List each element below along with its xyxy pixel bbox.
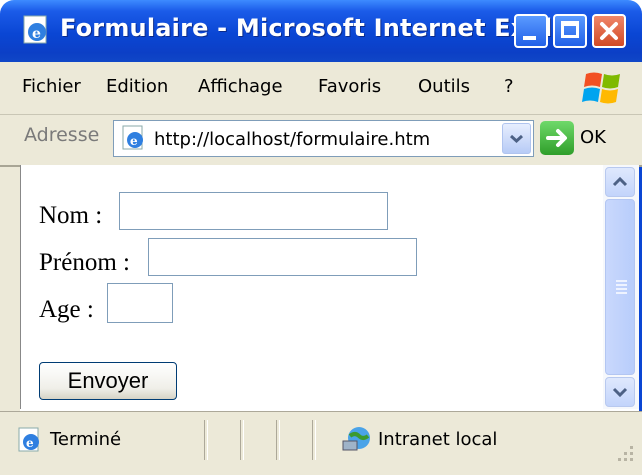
close-button[interactable] — [592, 14, 626, 48]
status-text: Terminé — [50, 429, 122, 450]
maximize-button[interactable] — [553, 14, 587, 48]
menu-outils[interactable]: Outils — [418, 76, 470, 97]
menu-fichier[interactable]: Fichier — [22, 76, 81, 97]
address-label: Adresse — [24, 124, 100, 146]
prenom-input[interactable] — [148, 238, 417, 276]
zone-text: Intranet local — [378, 429, 498, 450]
scroll-up-button[interactable] — [605, 167, 635, 197]
address-url: http://localhost/formulaire.htm — [154, 129, 431, 150]
status-separator — [312, 420, 316, 460]
maximize-icon — [561, 21, 579, 38]
submit-button[interactable]: Envoyer — [39, 362, 177, 400]
svg-text:e: e — [130, 134, 138, 148]
prenom-label: Prénom : — [39, 249, 130, 276]
chevron-down-icon — [612, 387, 628, 398]
svg-text:e: e — [26, 436, 34, 450]
title-bar[interactable]: e Formulaire - Microsoft Internet Expl..… — [0, 0, 642, 62]
status-separator — [240, 420, 244, 460]
go-button[interactable] — [540, 121, 574, 155]
menu-edition[interactable]: Edition — [106, 76, 168, 97]
ie-page-icon: e — [122, 125, 143, 150]
minimize-icon — [523, 36, 536, 40]
browser-window: e Formulaire - Microsoft Internet Expl..… — [0, 0, 642, 475]
page-content: Nom : Prénom : Age : Envoyer — [20, 165, 604, 409]
menu-help[interactable]: ? — [504, 76, 514, 97]
status-bar: e Terminé Intranet local — [0, 411, 642, 475]
grip-line — [616, 284, 627, 286]
chevron-up-icon — [612, 176, 628, 187]
age-label: Age : — [39, 296, 94, 323]
menu-favoris[interactable]: Favoris — [318, 76, 381, 97]
go-arrow-icon — [546, 129, 567, 147]
window-title: Formulaire - Microsoft Internet Expl... — [60, 14, 581, 42]
grip-line — [616, 280, 627, 282]
scroll-down-button[interactable] — [605, 377, 635, 407]
status-separator — [276, 420, 280, 460]
scroll-thumb[interactable] — [605, 199, 635, 375]
age-input[interactable] — [107, 283, 173, 323]
menu-affichage[interactable]: Affichage — [198, 76, 283, 97]
minimize-button[interactable] — [514, 14, 548, 48]
nom-input[interactable] — [119, 192, 388, 230]
status-separator — [204, 420, 208, 460]
address-bar: Adresse e http://localhost/formulaire.ht… — [0, 115, 642, 167]
grip-line — [616, 292, 627, 294]
svg-text:e: e — [32, 26, 41, 42]
close-icon — [600, 22, 618, 40]
nom-label: Nom : — [39, 202, 103, 229]
address-dropdown-button[interactable] — [502, 123, 531, 154]
menu-bar: Fichier Edition Affichage Favoris Outils… — [0, 62, 642, 115]
chevron-down-icon — [509, 134, 524, 144]
windows-logo-icon — [582, 72, 620, 104]
grip-line — [616, 288, 627, 290]
ie-page-icon: e — [23, 15, 47, 44]
address-input[interactable]: e http://localhost/formulaire.htm — [113, 120, 534, 157]
ie-page-icon: e — [18, 427, 39, 452]
go-label[interactable]: OK — [580, 127, 606, 148]
intranet-globe-icon — [342, 427, 370, 451]
vertical-scrollbar[interactable] — [603, 165, 639, 409]
resize-grip-icon[interactable] — [612, 440, 636, 464]
